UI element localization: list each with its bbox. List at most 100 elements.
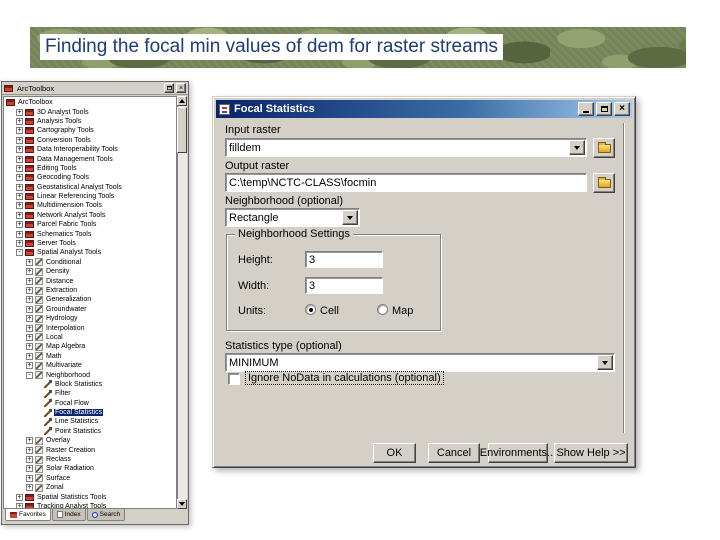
output-raster-browse-button[interactable] (593, 173, 615, 193)
expand-icon[interactable]: + (16, 127, 23, 135)
tree-item-reclass[interactable]: + Reclass (4, 455, 176, 464)
input-raster-browse-button[interactable] (593, 138, 615, 158)
tree-item-multivariate[interactable]: + Multivariate (4, 361, 176, 370)
tree-item-zonal[interactable]: + Zonal (4, 483, 176, 492)
collapse-icon[interactable]: - (26, 371, 33, 379)
tree-item-schematics-tools[interactable]: + Schematics Tools (4, 229, 176, 238)
environments-button[interactable]: Environments... (480, 443, 556, 463)
expand-icon[interactable]: + (16, 117, 23, 125)
expand-icon[interactable]: + (26, 305, 33, 313)
expand-icon[interactable]: + (26, 362, 33, 370)
units-map-radio[interactable] (377, 304, 388, 315)
tree-item-parcel-fabric-tools[interactable]: + Parcel Fabric Tools (4, 220, 176, 229)
tree-item-tracking-analyst-tools[interactable]: + Tracking Analyst Tools (4, 502, 176, 508)
expand-icon[interactable]: + (16, 221, 23, 229)
dialog-titlebar[interactable]: Focal Statistics × (216, 100, 632, 118)
tree-item-extraction[interactable]: + Extraction (4, 286, 176, 295)
minimize-button[interactable] (578, 102, 594, 116)
tree-item-block-statistics[interactable]: Block Statistics (4, 380, 176, 389)
tab-index[interactable]: Index (51, 509, 86, 521)
tree-item-surface[interactable]: + Surface (4, 474, 176, 483)
tree-item-conversion-tools[interactable]: + Conversion Tools (4, 136, 176, 145)
expand-icon[interactable]: + (26, 268, 33, 276)
ignore-nodata-checkbox[interactable] (228, 373, 240, 385)
tree-item-cartography-tools[interactable]: + Cartography Tools (4, 126, 176, 135)
scroll-up-button[interactable] (177, 96, 187, 106)
expand-icon[interactable]: + (16, 164, 23, 172)
expand-icon[interactable]: + (26, 315, 33, 323)
output-raster-field[interactable]: C:\temp\NCTC-CLASS\focmin (225, 173, 587, 192)
tree-item-filter[interactable]: Filter (4, 389, 176, 398)
undock-button[interactable] (164, 83, 174, 93)
expand-icon[interactable]: + (16, 211, 23, 219)
expand-icon[interactable]: + (26, 474, 33, 482)
close-button[interactable]: × (614, 102, 630, 116)
units-cell-radio[interactable] (305, 304, 316, 315)
arctoolbox-titlebar[interactable]: ArcToolbox × (2, 82, 188, 95)
tree-item-3d-analyst-tools[interactable]: +3D Analyst Tools (4, 107, 176, 116)
tree-item-groundwater[interactable]: + Groundwater (4, 305, 176, 314)
expand-icon[interactable]: + (26, 287, 33, 294)
expand-icon[interactable]: + (16, 230, 23, 238)
show-help-button[interactable]: Show Help >> (554, 443, 628, 463)
tree-item-generalization[interactable]: + Generalization (4, 295, 176, 304)
tree-scrollbar[interactable] (177, 96, 187, 509)
expand-icon[interactable]: + (26, 352, 33, 360)
tree-item-density[interactable]: + Density (4, 267, 176, 276)
expand-icon[interactable]: + (16, 202, 23, 210)
expand-icon[interactable]: + (16, 174, 23, 182)
maximize-button[interactable] (596, 102, 612, 116)
width-field[interactable]: 3 (305, 277, 383, 294)
statistics-dropdown-button[interactable] (597, 355, 613, 370)
expand-icon[interactable]: + (26, 343, 33, 351)
expand-icon[interactable]: + (16, 493, 23, 501)
expand-icon[interactable]: + (16, 136, 23, 144)
tree-item-line-statistics[interactable]: Line Statistics (4, 417, 176, 426)
tree-item-geostatistical-analyst-tools[interactable]: + Geostatistical Analyst Tools (4, 183, 176, 192)
expand-icon[interactable]: + (26, 333, 33, 341)
tree-item-server-tools[interactable]: + Server Tools (4, 239, 176, 248)
tree-item-math[interactable]: + Math (4, 352, 176, 361)
tree-item-data-interoperability-tools[interactable]: + Data Interoperability Tools (4, 145, 176, 154)
tree-item-hydrology[interactable]: + Hydrology (4, 314, 176, 323)
tree-item-linear-referencing-tools[interactable]: + Linear Referencing Tools (4, 192, 176, 201)
tree-item-analysis-tools[interactable]: + Analysis Tools (4, 117, 176, 126)
expand-icon[interactable]: + (26, 484, 33, 492)
ok-button[interactable]: OK (373, 443, 416, 463)
expand-icon[interactable]: + (16, 108, 23, 116)
neighborhood-combo[interactable]: Rectangle (225, 208, 360, 227)
neighborhood-dropdown-button[interactable] (342, 210, 358, 225)
tree-item-conditional[interactable]: + Conditional (4, 258, 176, 267)
expand-icon[interactable]: + (26, 296, 33, 304)
input-raster-combo[interactable]: filldem (225, 138, 587, 157)
tree-item-map-algebra[interactable]: + Map Algebra (4, 342, 176, 351)
expand-icon[interactable]: + (26, 446, 33, 454)
cancel-button[interactable]: Cancel (428, 443, 480, 463)
tree-item-distance[interactable]: + Distance (4, 276, 176, 286)
tree-item-solar-radiation[interactable]: + Solar Radiation (4, 464, 176, 473)
collapse-icon[interactable]: - (16, 249, 23, 257)
tab-favorites[interactable]: Favorites (5, 509, 51, 521)
scroll-down-button[interactable] (177, 499, 187, 509)
tree-item-interpolation[interactable]: + Interpolation (4, 323, 176, 333)
tree-item-network-analyst-tools[interactable]: + Network Analyst Tools (4, 211, 176, 220)
tree-item-spatial-analyst-tools[interactable]: - Spatial Analyst Tools (4, 248, 176, 257)
tree-item-overlay[interactable]: + Overlay (4, 436, 176, 445)
scrollbar-thumb[interactable] (177, 107, 187, 153)
tree-item-geocoding-tools[interactable]: + Geocoding Tools (4, 173, 176, 182)
input-raster-dropdown-button[interactable] (569, 140, 585, 155)
tree-item-local[interactable]: + Local (4, 333, 176, 342)
tree-item-data-management-tools[interactable]: + Data Management Tools (4, 154, 176, 163)
tree-item-spatial-statistics-tools[interactable]: + Spatial Statistics Tools (4, 492, 176, 501)
tree-item-neighborhood[interactable]: - Neighborhood (4, 370, 176, 380)
expand-icon[interactable]: + (26, 324, 33, 332)
tab-search[interactable]: Search (86, 509, 126, 521)
expand-icon[interactable]: + (16, 193, 23, 201)
tree-item-raster-creation[interactable]: + Raster Creation (4, 445, 176, 455)
tree-item-multidimension-tools[interactable]: + Multidimension Tools (4, 201, 176, 210)
height-field[interactable]: 3 (305, 251, 383, 268)
tree-item-focal-flow[interactable]: Focal Flow (4, 399, 176, 408)
expand-icon[interactable]: + (26, 277, 33, 285)
statistics-type-combo[interactable]: MINIMUM (225, 353, 615, 372)
tree-item-arctoolbox[interactable]: ArcToolbox (4, 98, 176, 107)
